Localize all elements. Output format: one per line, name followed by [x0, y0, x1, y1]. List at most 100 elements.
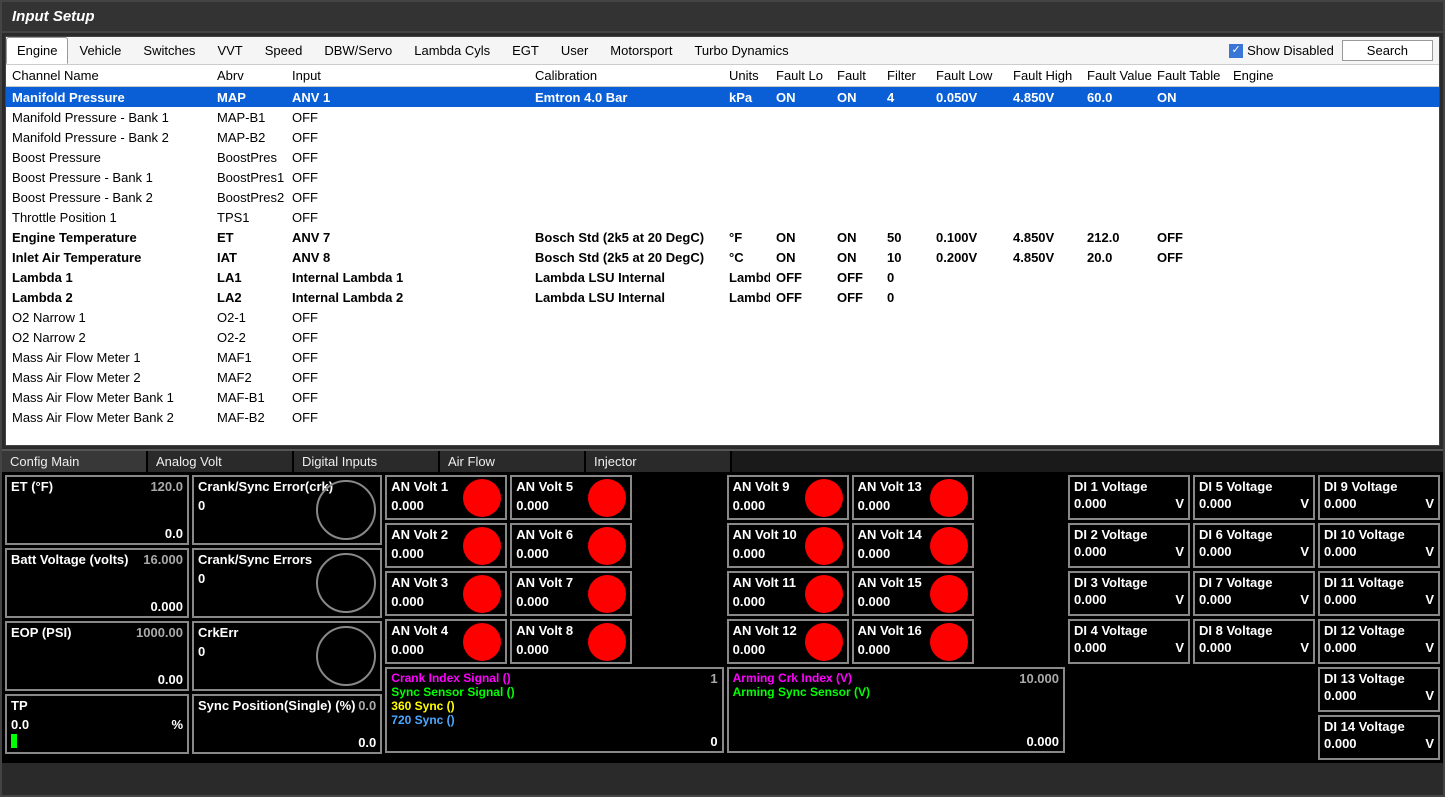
main-tab[interactable]: Lambda Cyls [403, 37, 501, 64]
gauge-crk-sync-error[interactable]: Crank/Sync Error(crk) 0 [192, 475, 382, 545]
gauge-batt[interactable]: Batt Voltage (volts) 16.000 0.000 [5, 548, 189, 618]
gauge-an-volt[interactable]: AN Volt 70.000 [510, 571, 632, 616]
cell-input: OFF [286, 369, 529, 386]
col-abrv[interactable]: Abrv [211, 67, 286, 84]
table-row[interactable]: Manifold PressureMAPANV 1Emtron 4.0 Bark… [6, 87, 1439, 107]
gauge-crk-sync-errors[interactable]: Crank/Sync Errors 0 [192, 548, 382, 618]
gauge-di-voltage[interactable]: DI 1 Voltage0.000V [1068, 475, 1190, 520]
table-row[interactable]: Boost Pressure - Bank 2BoostPres2OFF [6, 187, 1439, 207]
gauge-an-volt[interactable]: AN Volt 30.000 [385, 571, 507, 616]
search-button[interactable]: Search [1342, 40, 1433, 61]
col-units[interactable]: Units [723, 67, 770, 84]
di-voltage-unit: V [1300, 640, 1309, 655]
gauge-di-voltage[interactable]: DI 8 Voltage0.000V [1193, 619, 1315, 664]
bottom-tab[interactable]: Injector [586, 451, 732, 472]
gauge-di-voltage[interactable]: DI 14 Voltage0.000V [1318, 715, 1440, 760]
main-tab[interactable]: EGT [501, 37, 550, 64]
gauge-di-voltage[interactable]: DI 4 Voltage0.000V [1068, 619, 1190, 664]
col-fault-value[interactable]: Fault Value [1081, 67, 1151, 84]
gauge-an-volt[interactable]: AN Volt 110.000 [727, 571, 849, 616]
cell-name: Manifold Pressure [6, 89, 211, 106]
gauge-di-voltage[interactable]: DI 10 Voltage0.000V [1318, 523, 1440, 568]
table-row[interactable]: Lambda 2LA2Internal Lambda 2Lambda LSU I… [6, 287, 1439, 307]
table-row[interactable]: Boost Pressure - Bank 1BoostPres1OFF [6, 167, 1439, 187]
main-tab[interactable]: Switches [132, 37, 206, 64]
gauge-an-volt[interactable]: AN Volt 20.000 [385, 523, 507, 568]
gauge-di-voltage[interactable]: DI 13 Voltage0.000V [1318, 667, 1440, 712]
table-row[interactable]: Mass Air Flow Meter 1MAF1OFF [6, 347, 1439, 367]
gauge-tp[interactable]: TP 0.0 % [5, 694, 189, 754]
table-row[interactable]: Lambda 1LA1Internal Lambda 1Lambda LSU I… [6, 267, 1439, 287]
gauge-eop[interactable]: EOP (PSI) 1000.00 0.00 [5, 621, 189, 691]
gauge-an-volt[interactable]: AN Volt 80.000 [510, 619, 632, 664]
main-tab[interactable]: Speed [254, 37, 314, 64]
table-row[interactable]: O2 Narrow 2O2-2OFF [6, 327, 1439, 347]
col-calibration[interactable]: Calibration [529, 67, 723, 84]
main-tab[interactable]: Engine [6, 37, 68, 64]
gauge-di-voltage[interactable]: DI 9 Voltage0.000V [1318, 475, 1440, 520]
main-tab[interactable]: User [550, 37, 599, 64]
col-engine[interactable]: Engine [1227, 67, 1287, 84]
gauge-an-volt[interactable]: AN Volt 60.000 [510, 523, 632, 568]
gauge-sync-position[interactable]: Sync Position(Single) (%) 0.0 0.0 [192, 694, 382, 754]
col-fault-lo[interactable]: Fault Lo [770, 67, 831, 84]
gauge-an-volt[interactable]: AN Volt 150.000 [852, 571, 974, 616]
gauge-et[interactable]: ET (°F) 120.0 0.0 [5, 475, 189, 545]
gauge-di-voltage[interactable]: DI 11 Voltage0.000V [1318, 571, 1440, 616]
gauge-signals-2[interactable]: Arming Crk Index (V)Arming Sync Sensor (… [727, 667, 1065, 753]
bottom-tab[interactable]: Digital Inputs [294, 451, 440, 472]
gauge-di-voltage[interactable]: DI 2 Voltage0.000V [1068, 523, 1190, 568]
col-fault-high[interactable]: Fault High [1007, 67, 1081, 84]
gauge-an-volt[interactable]: AN Volt 10.000 [385, 475, 507, 520]
dashboard-gauges: ET (°F) 120.0 0.0 Batt Voltage (volts) 1… [2, 472, 1443, 763]
cell-flo: ON [770, 229, 831, 246]
gauge-an-volt[interactable]: AN Volt 120.000 [727, 619, 849, 664]
gauge-di-voltage[interactable]: DI 5 Voltage0.000V [1193, 475, 1315, 520]
table-row[interactable]: O2 Narrow 1O2-1OFF [6, 307, 1439, 327]
col-filter[interactable]: Filter [881, 67, 930, 84]
gauge-an-volt[interactable]: AN Volt 130.000 [852, 475, 974, 520]
cell-fault: OFF [831, 289, 881, 306]
cell-input: OFF [286, 389, 529, 406]
gauge-di-voltage[interactable]: DI 6 Voltage0.000V [1193, 523, 1315, 568]
show-disabled-toggle[interactable]: ✓ Show Disabled [1221, 43, 1342, 58]
cell-ftbl [1151, 336, 1227, 338]
main-tab[interactable]: Turbo Dynamics [683, 37, 799, 64]
table-row[interactable]: Mass Air Flow Meter 2MAF2OFF [6, 367, 1439, 387]
col-fault-low[interactable]: Fault Low [930, 67, 1007, 84]
gauge-an-volt[interactable]: AN Volt 140.000 [852, 523, 974, 568]
main-tab[interactable]: Motorsport [599, 37, 683, 64]
table-row[interactable]: Mass Air Flow Meter Bank 2MAF-B2OFF [6, 407, 1439, 427]
table-row[interactable]: Inlet Air TemperatureIATANV 8Bosch Std (… [6, 247, 1439, 267]
table-row[interactable]: Throttle Position 1TPS1OFF [6, 207, 1439, 227]
cell-fault [831, 376, 881, 378]
table-row[interactable]: Manifold Pressure - Bank 2MAP-B2OFF [6, 127, 1439, 147]
gauge-signals-1[interactable]: Crank Index Signal ()Sync Sensor Signal … [385, 667, 723, 753]
cell-flow [930, 296, 1007, 298]
table-row[interactable]: Mass Air Flow Meter Bank 1MAF-B1OFF [6, 387, 1439, 407]
table-header-row: Channel Name Abrv Input Calibration Unit… [6, 65, 1439, 87]
bottom-tab[interactable]: Config Main [2, 451, 148, 472]
col-input[interactable]: Input [286, 67, 529, 84]
gauge-di-voltage[interactable]: DI 3 Voltage0.000V [1068, 571, 1190, 616]
gauge-di-voltage[interactable]: DI 12 Voltage0.000V [1318, 619, 1440, 664]
gauge-an-volt[interactable]: AN Volt 50.000 [510, 475, 632, 520]
table-row[interactable]: Manifold Pressure - Bank 1MAP-B1OFF [6, 107, 1439, 127]
col-fault[interactable]: Fault [831, 67, 881, 84]
main-tab[interactable]: DBW/Servo [313, 37, 403, 64]
di-voltage-unit: V [1425, 544, 1434, 559]
main-tab[interactable]: Vehicle [68, 37, 132, 64]
bottom-tab[interactable]: Analog Volt [148, 451, 294, 472]
main-tab[interactable]: VVT [206, 37, 253, 64]
gauge-an-volt[interactable]: AN Volt 90.000 [727, 475, 849, 520]
gauge-an-volt[interactable]: AN Volt 160.000 [852, 619, 974, 664]
gauge-an-volt[interactable]: AN Volt 100.000 [727, 523, 849, 568]
gauge-di-voltage[interactable]: DI 7 Voltage0.000V [1193, 571, 1315, 616]
gauge-an-volt[interactable]: AN Volt 40.000 [385, 619, 507, 664]
table-row[interactable]: Engine TemperatureETANV 7Bosch Std (2k5 … [6, 227, 1439, 247]
col-channel-name[interactable]: Channel Name [6, 67, 211, 84]
table-row[interactable]: Boost PressureBoostPresOFF [6, 147, 1439, 167]
bottom-tab[interactable]: Air Flow [440, 451, 586, 472]
gauge-crkerr2[interactable]: CrkErr 0 [192, 621, 382, 691]
col-fault-table[interactable]: Fault Table [1151, 67, 1227, 84]
